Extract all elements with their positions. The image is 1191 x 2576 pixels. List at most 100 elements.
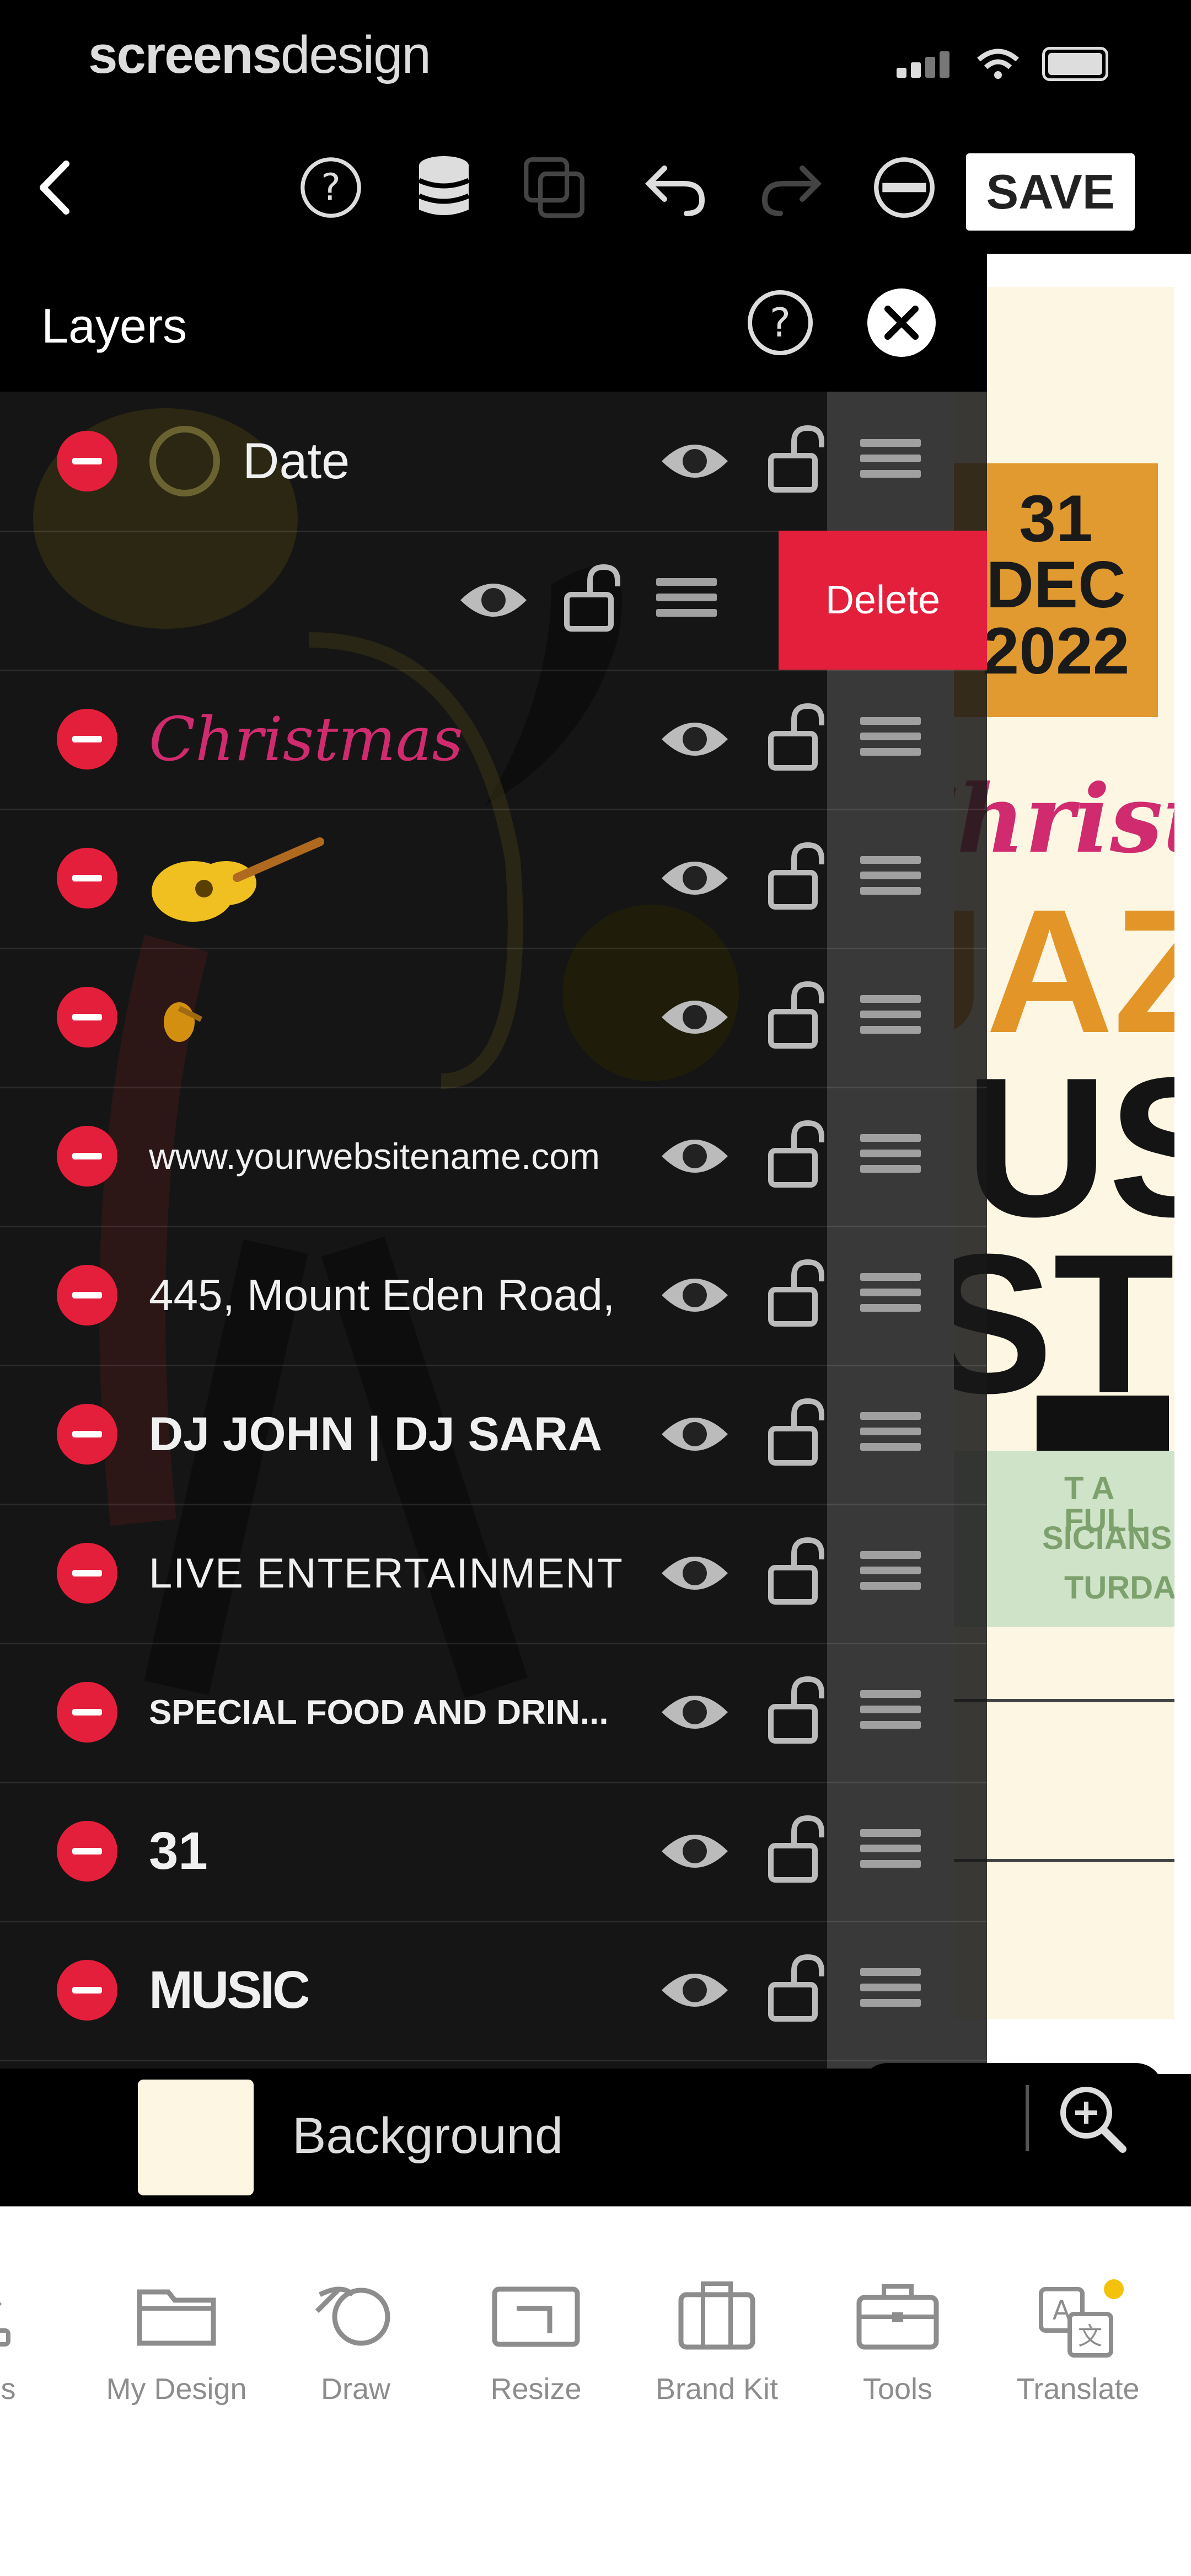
drag-handle-icon[interactable] bbox=[860, 856, 921, 900]
nav-translate[interactable]: A 文 Translate bbox=[995, 2278, 1161, 2406]
nav-resize[interactable]: Resize bbox=[453, 2278, 619, 2406]
unlock-icon[interactable] bbox=[766, 1257, 827, 1328]
delete-layer-icon[interactable] bbox=[57, 848, 117, 908]
nav-tools[interactable]: Tools bbox=[815, 2278, 980, 2406]
delete-layer-icon[interactable] bbox=[57, 1265, 117, 1326]
eye-icon[interactable] bbox=[659, 1824, 731, 1879]
eye-icon[interactable] bbox=[659, 1685, 731, 1740]
background-swatch[interactable] bbox=[138, 2080, 254, 2195]
signal-icon bbox=[897, 50, 954, 78]
unlock-icon[interactable] bbox=[766, 1952, 827, 2023]
drag-handle-icon[interactable] bbox=[860, 439, 921, 483]
drag-handle-icon[interactable] bbox=[860, 1412, 921, 1456]
pill-line: TURDAY bbox=[1064, 1570, 1174, 1606]
drag-handle-icon[interactable] bbox=[860, 1968, 921, 2012]
poster[interactable]: 31 DEC 2022 Christmas JAZZ MUSIC FESTIVA… bbox=[954, 287, 1174, 2019]
nav-my-design[interactable]: My Design bbox=[94, 2278, 259, 2406]
layer-row-small-image[interactable] bbox=[0, 948, 987, 1088]
layer-row-live-entertainment[interactable]: LIVE ENTERTAINMENT bbox=[0, 1504, 987, 1644]
poster-info-pill[interactable]: T A FULL SICIANS TURDAY bbox=[954, 1451, 1174, 1627]
unlock-icon[interactable] bbox=[562, 562, 623, 633]
nav-label: oads bbox=[0, 2372, 16, 2406]
drag-handle-icon[interactable] bbox=[860, 995, 921, 1039]
drag-handle-icon[interactable] bbox=[860, 1134, 921, 1178]
delete-layer-icon[interactable] bbox=[57, 1960, 117, 2021]
layer-row-31[interactable]: 31 bbox=[0, 1782, 987, 1922]
drag-handle-icon[interactable] bbox=[860, 1690, 921, 1734]
layer-label: Date bbox=[243, 432, 350, 489]
delete-layer-icon[interactable] bbox=[57, 1543, 117, 1604]
layer-row-address[interactable]: 445, Mount Eden Road, bbox=[0, 1226, 987, 1366]
eye-icon[interactable] bbox=[659, 1268, 731, 1323]
drag-handle-icon[interactable] bbox=[860, 1829, 921, 1873]
eye-icon[interactable] bbox=[659, 851, 731, 906]
layer-row-date[interactable]: Date bbox=[0, 392, 987, 532]
folder-icon bbox=[137, 2289, 216, 2346]
eye-icon[interactable] bbox=[659, 1963, 731, 2018]
unlock-icon[interactable] bbox=[766, 1396, 827, 1467]
save-button[interactable]: SAVE bbox=[966, 153, 1135, 231]
help-icon[interactable]: ? bbox=[298, 154, 364, 221]
status-bar: screensdesign bbox=[0, 0, 1191, 121]
delete-layer-icon[interactable] bbox=[57, 431, 117, 491]
editor-toolbar: ? SAVE bbox=[0, 121, 1191, 254]
undo-icon[interactable] bbox=[642, 154, 709, 221]
layer-row-music[interactable]: MUSIC bbox=[0, 1921, 987, 2061]
unlock-icon[interactable] bbox=[766, 979, 827, 1050]
unlock-icon[interactable] bbox=[766, 423, 827, 494]
unlock-icon[interactable] bbox=[766, 1535, 827, 1606]
delete-layer-icon[interactable] bbox=[57, 1821, 117, 1882]
layer-row-christmas[interactable]: Christmas bbox=[0, 670, 987, 810]
delete-layer-icon[interactable] bbox=[57, 1126, 117, 1187]
eye-icon[interactable] bbox=[659, 1546, 731, 1601]
poster-jazz[interactable]: JAZZ bbox=[954, 883, 1174, 1059]
delete-layer-icon[interactable] bbox=[57, 987, 117, 1047]
layer-row-guitar[interactable] bbox=[0, 809, 987, 949]
pill-line: SICIANS bbox=[1042, 1520, 1172, 1556]
zoom-in-icon[interactable] bbox=[1053, 2080, 1130, 2157]
zoom-divider bbox=[1026, 2085, 1029, 2151]
layers-help-icon[interactable]: ? bbox=[744, 287, 816, 359]
drag-handle-icon[interactable] bbox=[860, 1273, 921, 1317]
duplicate-icon[interactable] bbox=[521, 154, 587, 221]
unlock-icon[interactable] bbox=[766, 1674, 827, 1745]
eye-icon[interactable] bbox=[659, 990, 731, 1045]
back-icon[interactable] bbox=[22, 154, 88, 221]
eye-icon[interactable] bbox=[458, 573, 529, 628]
brand-kit-icon bbox=[678, 2281, 755, 2350]
background-label: Background bbox=[292, 2108, 563, 2164]
unlock-icon[interactable] bbox=[766, 840, 827, 911]
eye-icon[interactable] bbox=[659, 1129, 731, 1184]
nav-uploads[interactable]: oads bbox=[0, 2278, 66, 2406]
upload-icon bbox=[0, 2302, 10, 2347]
close-icon[interactable] bbox=[866, 287, 937, 359]
redo-icon[interactable] bbox=[758, 154, 824, 221]
layers-icon[interactable] bbox=[411, 154, 477, 221]
eye-icon[interactable] bbox=[659, 1407, 731, 1462]
swipe-delete-button[interactable]: Delete bbox=[779, 531, 987, 670]
svg-text:文: 文 bbox=[1078, 2322, 1102, 2350]
poster-christmas[interactable]: Christmas bbox=[954, 772, 1174, 866]
drag-handle-icon[interactable] bbox=[860, 717, 921, 761]
delete-layer-icon[interactable] bbox=[57, 709, 117, 769]
unlock-icon[interactable] bbox=[766, 701, 827, 772]
layer-row-website[interactable]: www.yourwebsitename.com bbox=[0, 1087, 987, 1227]
unlock-icon[interactable] bbox=[766, 1118, 827, 1189]
eye-icon[interactable] bbox=[659, 712, 731, 767]
brand-watermark: screensdesign bbox=[88, 25, 431, 84]
layer-row-special-food[interactable]: SPECIAL FOOD AND DRIN... bbox=[0, 1643, 987, 1783]
nav-brand-kit[interactable]: Brand Kit bbox=[634, 2278, 800, 2406]
drag-handle-icon[interactable] bbox=[656, 578, 717, 622]
layers-title: Layers bbox=[41, 298, 187, 353]
unlock-icon[interactable] bbox=[766, 1813, 827, 1884]
delete-layer-icon[interactable] bbox=[57, 1404, 117, 1465]
drag-handle-icon[interactable] bbox=[860, 1551, 921, 1595]
eye-icon[interactable] bbox=[659, 434, 731, 489]
layer-row-dj[interactable]: DJ JOHN | DJ SARA bbox=[0, 1365, 987, 1505]
bottom-nav: oads My Design Draw Resize Brand Kit Too… bbox=[0, 2206, 1191, 2576]
remove-icon[interactable] bbox=[871, 154, 937, 221]
delete-layer-icon[interactable] bbox=[57, 1682, 117, 1743]
nav-draw[interactable]: Draw bbox=[273, 2278, 438, 2406]
wifi-icon bbox=[977, 49, 1019, 79]
poster-festival[interactable]: FESTIVAL bbox=[954, 1225, 1174, 1423]
